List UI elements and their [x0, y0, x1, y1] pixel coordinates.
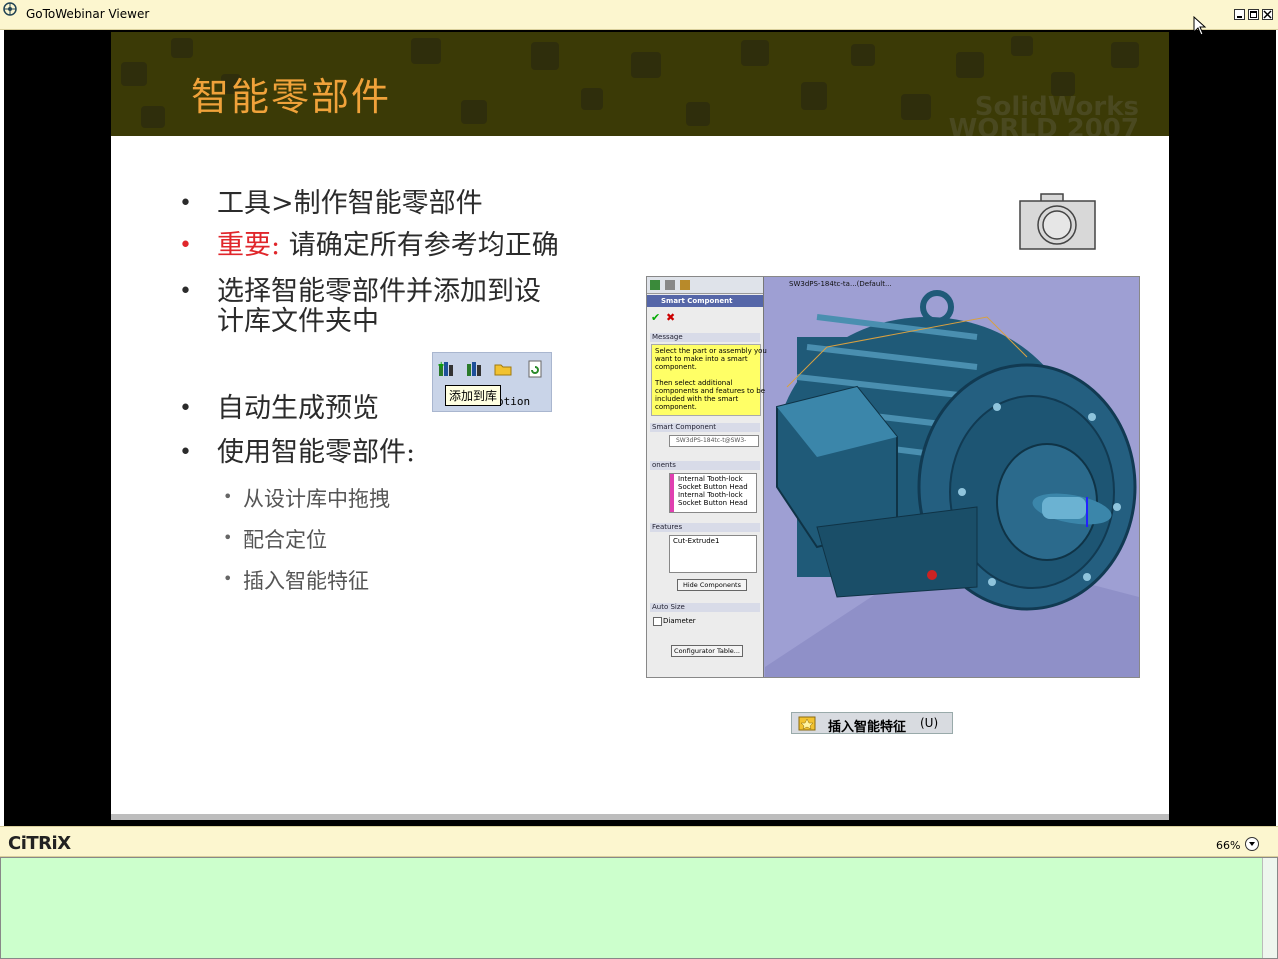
camera-icon — [1019, 193, 1096, 250]
shared-screen: 智能零部件 SolidWorks WORLD 2007 • 工具>制作智能零部件 •… — [4, 30, 1276, 826]
bullet-preview: • 自动生成预览 — [179, 393, 379, 424]
refresh-icon[interactable] — [525, 359, 545, 379]
folder-icon[interactable] — [493, 359, 513, 379]
library-books-icon[interactable] — [464, 359, 484, 379]
bullet-tools: • 工具>制作智能零部件 — [179, 188, 483, 219]
cancel-x-icon[interactable]: ✖ — [666, 311, 675, 324]
message-header[interactable]: Message — [650, 333, 760, 342]
presentation-slide: 智能零部件 SolidWorks WORLD 2007 • 工具>制作智能零部件 •… — [111, 32, 1169, 820]
smart-feature-icon — [798, 716, 816, 731]
toolbar-under-text: otion — [497, 395, 531, 408]
close-icon — [1263, 10, 1272, 19]
bullet-important: • 重要: 请确定所有参考均正确 — [179, 230, 559, 261]
property-manager-panel: Smart Component ✔ ✖ Message Select the p… — [647, 277, 767, 677]
feature-manager-tab-icon[interactable] — [650, 280, 660, 290]
configuration-tab-icon[interactable] — [680, 280, 690, 290]
title-bar: GoToWebinar Viewer — [0, 0, 1278, 30]
sub-bullet-insert: • 插入智能特征 — [223, 569, 369, 593]
chat-pane[interactable] — [0, 857, 1278, 959]
slide-bottom-bar — [111, 814, 1169, 820]
add-to-library-icon[interactable]: + — [436, 359, 456, 379]
diameter-checkbox[interactable] — [653, 617, 662, 626]
slide-title: 智能零部件 — [191, 75, 392, 119]
maximize-button[interactable] — [1248, 9, 1259, 20]
sub-bullet-drag: • 从设计库中拖拽 — [223, 487, 390, 511]
svg-text:+: + — [437, 360, 445, 371]
components-list[interactable]: Internal Tooth-lock Socket Button Head I… — [669, 473, 757, 513]
features-header[interactable]: Features — [650, 523, 760, 532]
zoom-dropdown-button[interactable] — [1245, 837, 1259, 851]
add-to-library-tooltip: 添加到库 — [445, 385, 502, 406]
solidworks-screenshot: SW3dPS-184tc-ta...(Default... Smart Comp… — [646, 276, 1140, 678]
minimize-button[interactable] — [1234, 9, 1245, 20]
smart-component-header[interactable]: Smart Component — [650, 423, 760, 432]
design-library-toolbar: + 添加到库 otion — [432, 352, 552, 412]
status-bar: CiTRiX 66% — [0, 826, 1278, 857]
slide-header: 智能零部件 SolidWorks WORLD 2007 — [111, 32, 1169, 136]
citrix-logo: CiTRiX — [8, 833, 71, 854]
smart-component-field[interactable]: SW3dPS-184tc-t@SW3- — [669, 435, 759, 447]
hide-components-button[interactable]: Hide Components — [677, 579, 747, 591]
app-icon — [3, 2, 17, 16]
file-tab-label: SW3dPS-184tc-ta...(Default... — [789, 280, 892, 288]
insert-smart-feature-menu-item[interactable]: 插入智能特征 (U) — [791, 712, 953, 735]
pm-title: Smart Component — [661, 297, 733, 305]
insert-smart-feature-shortcut: (U) — [920, 716, 939, 730]
zoom-level: 66% — [1216, 839, 1241, 852]
mouse-cursor-icon — [1193, 16, 1207, 36]
sub-bullet-mate: • 配合定位 — [223, 528, 327, 552]
solidworks-world-logo: SolidWorks WORLD 2007 — [948, 92, 1139, 136]
bullet-select-add: • 选择智能零部件并添加到设 计库文件夹中 — [179, 276, 541, 337]
insert-smart-feature-label: 插入智能特征 — [828, 720, 907, 735]
auto-size-header[interactable]: Auto Size — [650, 603, 760, 612]
bullet-use: • 使用智能零部件: — [179, 437, 416, 468]
features-list[interactable]: Cut-Extrude1 — [669, 535, 757, 573]
components-header[interactable]: onents — [650, 461, 760, 470]
message-box: Select the part or assembly you want to … — [651, 344, 767, 416]
close-button[interactable] — [1262, 9, 1273, 20]
ok-check-icon[interactable]: ✔ — [651, 311, 660, 324]
property-manager-tab-icon[interactable] — [665, 280, 675, 290]
chat-scrollbar[interactable] — [1262, 858, 1277, 958]
diameter-label: Diameter — [663, 617, 696, 625]
chevron-down-icon — [1249, 842, 1255, 846]
configurator-table-button[interactable]: Configurator Table... — [671, 645, 743, 657]
window-title: GoToWebinar Viewer — [26, 7, 150, 21]
